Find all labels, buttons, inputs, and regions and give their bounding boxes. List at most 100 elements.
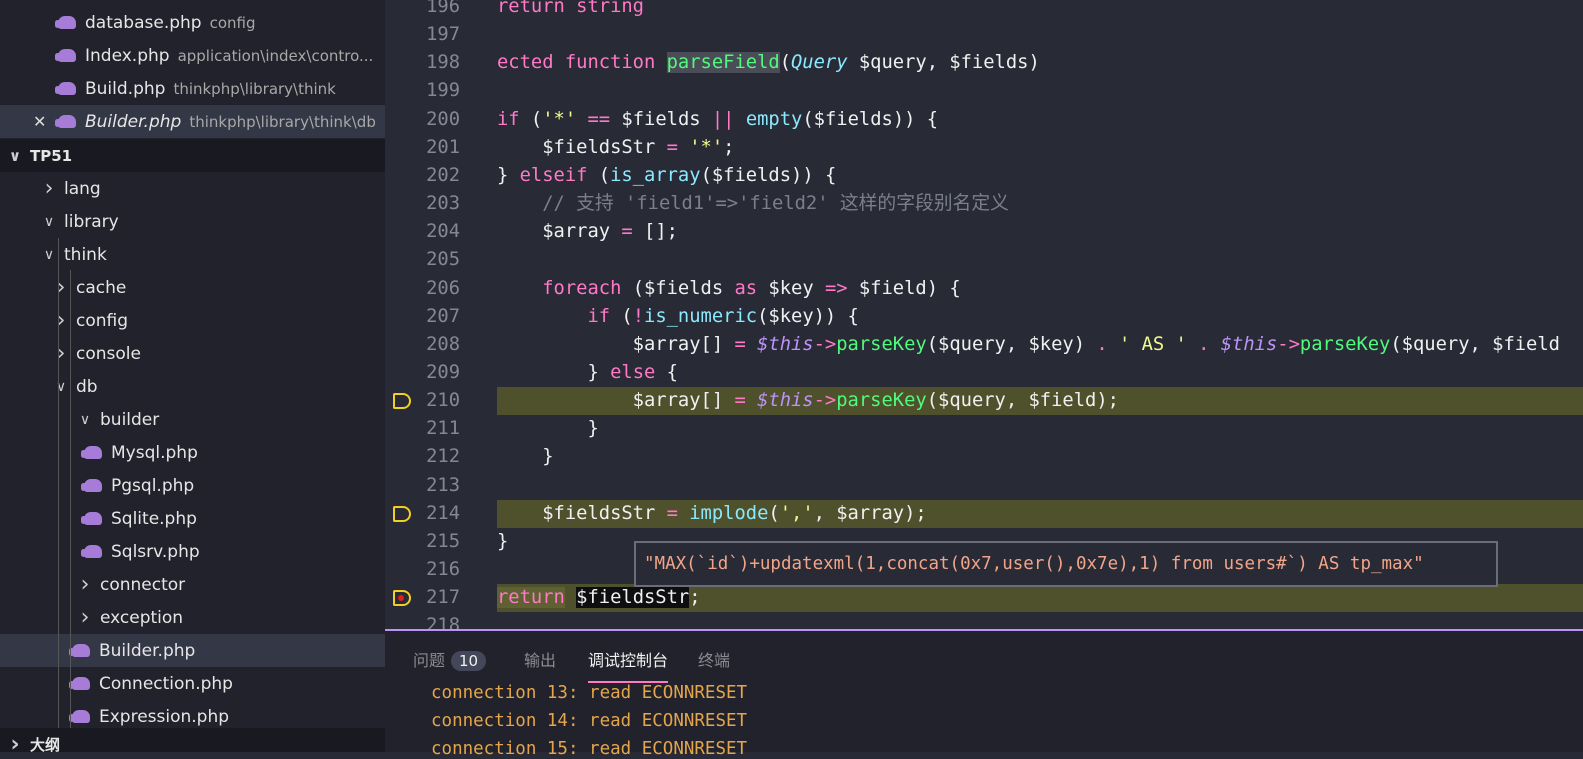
tab-2[interactable]: 调试控制台 [588, 647, 669, 683]
file-path: config [209, 13, 256, 32]
code-token: ($fields)) { [700, 164, 837, 186]
tree-item-library[interactable]: ∨ library [0, 205, 385, 238]
code-token: ( [519, 108, 543, 130]
code-token: parseField [666, 52, 780, 74]
line-number: 198 [426, 52, 460, 74]
tab-label: 终端 [698, 651, 731, 670]
open-editor-item[interactable]: ✕ Builder.php thinkphp\library\think\db [0, 105, 385, 138]
chevron-right-icon: › [10, 732, 20, 752]
code-token: = [734, 390, 746, 412]
code-token: else [610, 361, 656, 383]
tree-item-label: db [76, 376, 98, 397]
code-token: if [497, 108, 520, 130]
tree-item-lang[interactable]: › lang [0, 172, 385, 205]
code-token: return string [497, 0, 644, 17]
line-number: 218 [426, 615, 460, 629]
php-file-icon [81, 446, 102, 459]
code-token: = [621, 221, 633, 243]
code-token: ( [768, 502, 780, 524]
code-line: 210 $array[] = $this->parseKey($query, $… [385, 387, 1583, 416]
code-token: $this [757, 333, 814, 355]
php-file-icon [55, 16, 76, 29]
code-token: parseKey [836, 333, 927, 355]
line-number: 202 [426, 164, 460, 186]
code-token: $this [757, 390, 814, 412]
tab-1[interactable]: 输出 [524, 647, 556, 671]
php-file-icon [81, 545, 102, 558]
tree-item-label: config [76, 310, 129, 331]
code-token: is_array [610, 164, 701, 186]
project-title: TP51 [30, 146, 73, 165]
code-editor[interactable]: 196 return string 197 198 ected function par… [385, 0, 1583, 629]
code-token: == [576, 108, 622, 130]
line-number: 215 [426, 530, 460, 552]
tree-item-label: Sqlite.php [111, 508, 197, 529]
code-text: if (!is_numeric($key)) { [497, 303, 859, 331]
tab-0[interactable]: 问题 10 [413, 647, 487, 671]
code-token: ($key)) { [757, 305, 859, 327]
line-number: 212 [426, 446, 460, 468]
outline-header[interactable]: › 大纲 [0, 728, 385, 752]
code-token: ; [689, 587, 701, 609]
chevron-down-icon: ∨ [43, 246, 55, 263]
tree-item-label: exception [100, 607, 184, 628]
open-editor-item[interactable]: Index.php application\index\contro... [0, 39, 385, 72]
file-path: thinkphp\library\think [173, 79, 336, 98]
line-number: 203 [426, 193, 460, 215]
tree-item-label: Builder.php [99, 640, 196, 661]
line-number: 205 [426, 249, 460, 271]
code-token: = [666, 136, 678, 158]
code-token: $array[] [497, 333, 735, 355]
code-token: $array[] [497, 390, 735, 412]
close-icon[interactable]: ✕ [33, 112, 46, 131]
code-token: implode [689, 502, 769, 524]
code-line: 204 $array = []; [385, 218, 1583, 246]
explorer-sidebar: app.phpconfigdatabase.phpconfigIndex.php… [0, 0, 385, 752]
line-number: 214 [426, 502, 460, 524]
code-line: 203 // 支持 'field1'=>'field2' 这样的字段别名定义 [385, 190, 1583, 218]
console-line: connection 15: read ECONNRESET [431, 739, 748, 759]
problems-count-badge: 10 [451, 651, 487, 671]
code-line: 201 $fieldsStr = '*'; [385, 134, 1583, 162]
tree-item-label: library [64, 211, 119, 232]
code-token: = [666, 502, 678, 524]
code-line: 217 return $fieldsStr; [385, 584, 1583, 613]
code-token: empty [745, 108, 803, 130]
code-token: } [497, 446, 554, 468]
php-file-icon [81, 479, 102, 492]
line-number: 217 [426, 587, 460, 609]
code-text: $fieldsStr = '*'; [497, 134, 734, 162]
project-header[interactable]: ∨ TP51 [0, 139, 385, 172]
code-token: ($query, $key) [926, 333, 1097, 355]
chevron-down-icon: ∨ [79, 411, 91, 428]
line-number: 211 [426, 418, 460, 440]
open-editor-item[interactable]: Build.php thinkphp\library\think [0, 72, 385, 105]
chevron-down-icon: ∨ [55, 378, 67, 395]
outline-title: 大纲 [30, 736, 61, 752]
line-number: 216 [426, 559, 460, 580]
code-text: } else { [497, 359, 678, 387]
code-text: $array[] = $this->parseKey($query, $fiel… [497, 387, 1119, 415]
code-token: foreach [497, 277, 622, 299]
tree-item-label: Pgsql.php [111, 475, 195, 496]
file-path: application\index\contro... [177, 46, 374, 65]
code-text: } [497, 528, 508, 556]
tab-label: 调试控制台 [588, 651, 669, 670]
code-line: 213 [385, 472, 1583, 500]
code-token: -> [813, 333, 837, 355]
code-token: ( [779, 52, 791, 74]
code-token: { [655, 361, 678, 383]
code-token: } [497, 418, 599, 440]
tab-3[interactable]: 终端 [698, 647, 730, 671]
open-editor-item[interactable]: database.php config [0, 6, 385, 39]
code-text: } [497, 415, 599, 443]
file-path: thinkphp\library\think\db [189, 112, 376, 131]
file-name: Builder.php [85, 111, 182, 132]
code-token: elseif [519, 164, 588, 186]
line-number: 213 [426, 474, 460, 496]
